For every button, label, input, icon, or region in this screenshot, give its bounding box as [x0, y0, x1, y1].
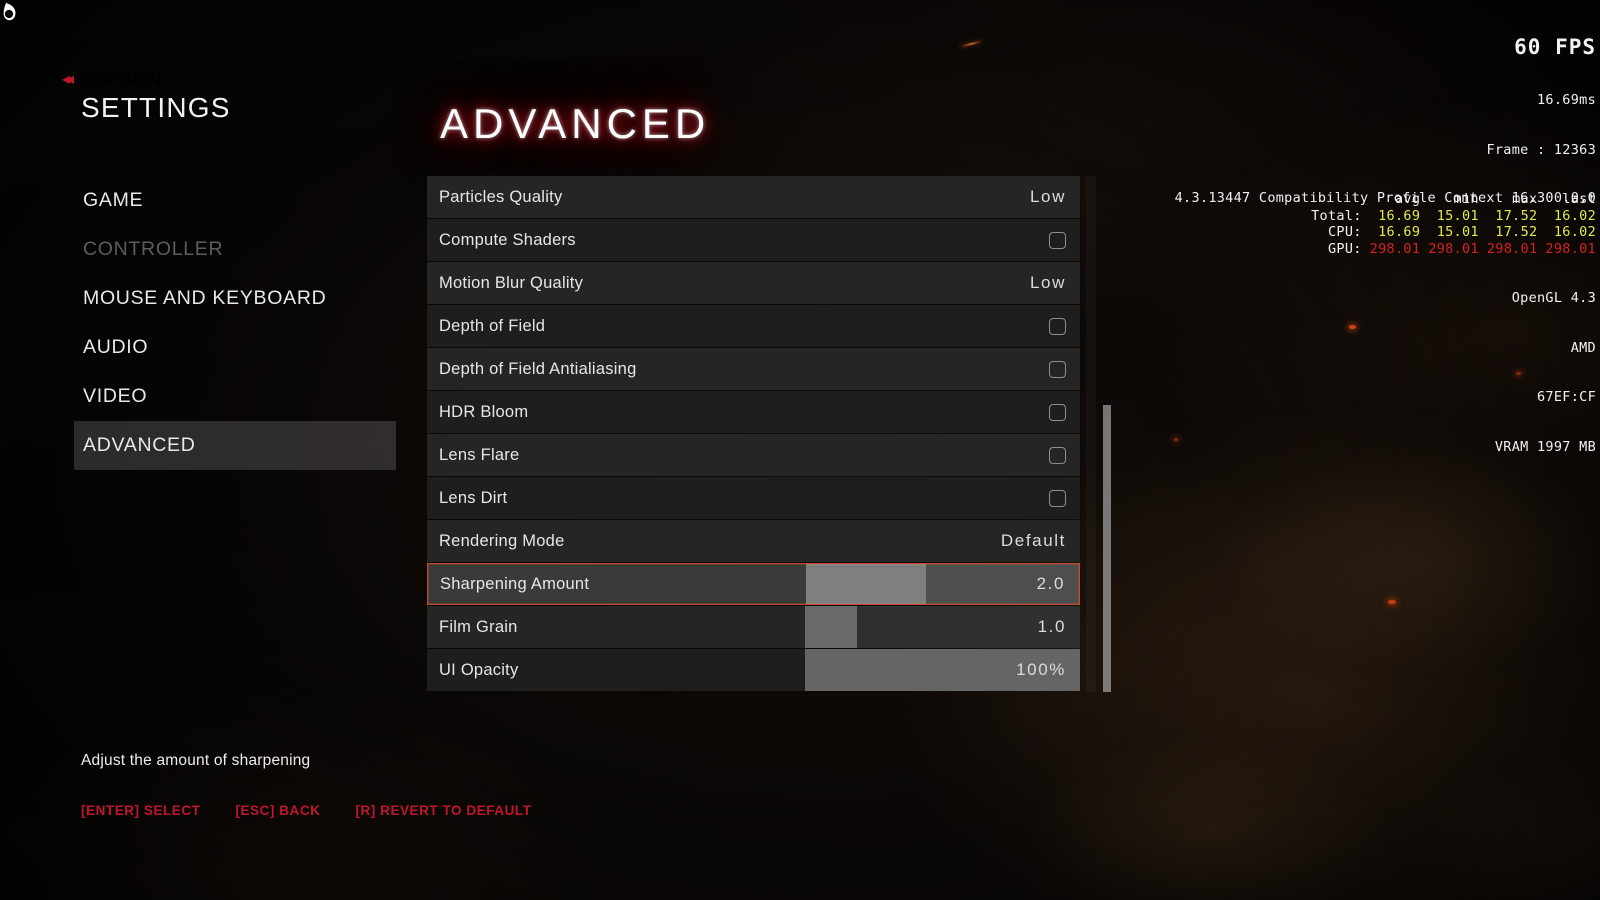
- settings-checkbox[interactable]: [1049, 360, 1066, 378]
- overlay-vendor: AMD: [1570, 339, 1596, 356]
- overlay-device-id: 67EF:CF: [1537, 389, 1596, 405]
- sidebar-item-label: VIDEO: [83, 385, 148, 407]
- key-hints: [ENTER] SELECT [ESC] BACK [R] REVERT TO …: [81, 803, 532, 818]
- overlay-stats-row: CPU: 16.69 15.01 17.52 16.02: [1311, 224, 1596, 241]
- overlay-stats-value: 298.01: [1428, 240, 1479, 257]
- ember-particle: [1388, 600, 1396, 604]
- overlay-fps: 60 FPS: [1514, 35, 1596, 59]
- overlay-stats-row-label: CPU:: [1327, 224, 1362, 240]
- overlay-vram: VRAM 1997 MB: [1494, 438, 1596, 455]
- overlay-frametime: 16.69ms: [1537, 92, 1596, 108]
- overlay-stats-row-label: Total:: [1311, 207, 1362, 224]
- overlay-stats-value: 16.02: [1553, 207, 1596, 224]
- settings-row[interactable]: Lens Dirt: [427, 477, 1080, 519]
- settings-row[interactable]: Depth of Field Antialiasing: [427, 348, 1080, 390]
- settings-row-label: Motion Blur Quality: [439, 273, 584, 292]
- settings-checkbox[interactable]: [1049, 446, 1066, 464]
- settings-options-list: Particles Quality Low Compute Shaders Motio…: [427, 176, 1080, 692]
- overlay-stats-value: 298.01: [1369, 240, 1421, 257]
- settings-row-value: 1.0: [1037, 617, 1066, 636]
- overlay-stats-value: 298.01: [1486, 240, 1538, 257]
- settings-row[interactable]: Compute Shaders: [427, 219, 1080, 261]
- overlay-stats-value: 298.01: [1545, 240, 1596, 257]
- settings-row[interactable]: Film Grain 1.0: [427, 606, 1080, 648]
- overlay-stats-row: Total: 16.69 15.01 17.52 16.02: [1311, 208, 1596, 225]
- overlay-api: OpenGL 4.3: [1511, 290, 1596, 306]
- settings-row-label: Lens Dirt: [439, 488, 508, 507]
- hint-enter-select: [ENTER] SELECT: [81, 803, 201, 818]
- sidebar-item-video[interactable]: VIDEO: [74, 372, 396, 421]
- settings-row-value: 2.0: [1036, 574, 1065, 593]
- sidebar-item-label: AUDIO: [83, 336, 149, 358]
- overlay-stats-value: 15.01: [1436, 224, 1479, 240]
- settings-checkbox[interactable]: [1049, 403, 1066, 421]
- settings-row[interactable]: Lens Flare: [427, 434, 1080, 476]
- ember-streak: [960, 40, 982, 48]
- settings-scrollbar-thumb[interactable]: [1103, 405, 1111, 692]
- settings-checkbox[interactable]: [1049, 231, 1066, 249]
- settings-row[interactable]: Depth of Field: [427, 305, 1080, 347]
- settings-row-label: HDR Bloom: [439, 402, 529, 421]
- double-chevron-left-icon: ◂◂: [62, 71, 74, 88]
- sidebar-item-mouse-and-keyboard[interactable]: MOUSE AND KEYBOARD: [74, 274, 396, 323]
- settings-scrollbar-track[interactable]: [1086, 176, 1096, 692]
- settings-row-label: Depth of Field Antialiasing: [439, 359, 637, 378]
- settings-row-label: Compute Shaders: [439, 230, 576, 249]
- overlay-stats-value: 17.52: [1495, 224, 1538, 240]
- sidebar-item-label: GAME: [83, 189, 144, 211]
- hint-esc-back: [ESC] BACK: [235, 803, 321, 818]
- settings-row[interactable]: HDR Bloom: [427, 391, 1080, 433]
- overlay-stats-value: 16.69: [1378, 207, 1421, 224]
- settings-row-label: Rendering Mode: [439, 531, 565, 550]
- overlay-stats-value: 15.01: [1436, 207, 1479, 224]
- sidebar-item-label: MOUSE AND KEYBOARD: [83, 287, 327, 309]
- sidebar-item-label: ADVANCED: [83, 434, 196, 456]
- settings-row[interactable]: Rendering Mode Default: [427, 520, 1080, 562]
- settings-row-value: Low: [1030, 273, 1066, 292]
- settings-row-label: Sharpening Amount: [440, 574, 590, 593]
- hint-revert-default: [R] REVERT TO DEFAULT: [355, 803, 532, 818]
- settings-row-value: Low: [1030, 187, 1066, 206]
- overlay-stats-row-label: GPU:: [1327, 240, 1362, 257]
- overlay-frame-count: Frame : 12363: [1486, 141, 1596, 158]
- slider-fill: [805, 606, 858, 648]
- game-settings-screen: ◂◂ CAMPAIGN SETTINGS GAME CONTROLLER MOU…: [0, 0, 1600, 900]
- option-description: Adjust the amount of sharpening: [81, 752, 311, 769]
- sidebar-item-controller[interactable]: CONTROLLER: [74, 225, 396, 274]
- overlay-stats-value: 16.02: [1553, 224, 1596, 240]
- settings-row-label: UI Opacity: [439, 660, 519, 679]
- overlay-stats-value: 16.69: [1378, 224, 1421, 240]
- sidebar-item-advanced[interactable]: ADVANCED: [74, 421, 396, 470]
- overlay-stats-row: GPU: 298.01 298.01 298.01 298.01: [1311, 241, 1596, 258]
- settings-row-label: Film Grain: [439, 617, 518, 636]
- settings-checkbox[interactable]: [1049, 489, 1066, 507]
- settings-row-label: Lens Flare: [439, 445, 520, 464]
- ember-particle: [1174, 438, 1178, 441]
- settings-row-label: Particles Quality: [439, 187, 563, 206]
- overlay-driver-string: 4.3.13447 Compatibility Profile Context …: [1174, 190, 1596, 206]
- sidebar-item-game[interactable]: GAME: [74, 176, 396, 225]
- campaign-label: CAMPAIGN: [77, 72, 162, 89]
- slider-fill: [806, 564, 927, 604]
- settings-row-value: Default: [1000, 531, 1066, 550]
- sidebar-item-label: CONTROLLER: [83, 238, 224, 260]
- settings-row[interactable]: Particles Quality Low: [427, 176, 1080, 218]
- settings-row[interactable]: Motion Blur Quality Low: [427, 262, 1080, 304]
- settings-checkbox[interactable]: [1049, 317, 1066, 335]
- page-title: ADVANCED: [440, 100, 711, 147]
- mouse-cursor-icon: [2, 2, 24, 28]
- settings-row[interactable]: Sharpening Amount 2.0: [427, 563, 1080, 605]
- settings-row-value: 100%: [1016, 660, 1066, 679]
- settings-row[interactable]: UI Opacity 100%: [427, 649, 1080, 691]
- overlay-stats-value: 17.52: [1495, 207, 1538, 224]
- breadcrumb-back[interactable]: ◂◂ CAMPAIGN: [62, 72, 161, 90]
- sidebar-item-audio[interactable]: AUDIO: [74, 323, 396, 372]
- screen-title: SETTINGS: [81, 92, 231, 123]
- settings-row-label: Depth of Field: [439, 316, 546, 335]
- settings-sidebar: GAME CONTROLLER MOUSE AND KEYBOARD AUDIO…: [74, 176, 396, 470]
- performance-overlay: 60 FPS 16.69ms Frame : 12363 avg min max…: [1311, 2, 1596, 488]
